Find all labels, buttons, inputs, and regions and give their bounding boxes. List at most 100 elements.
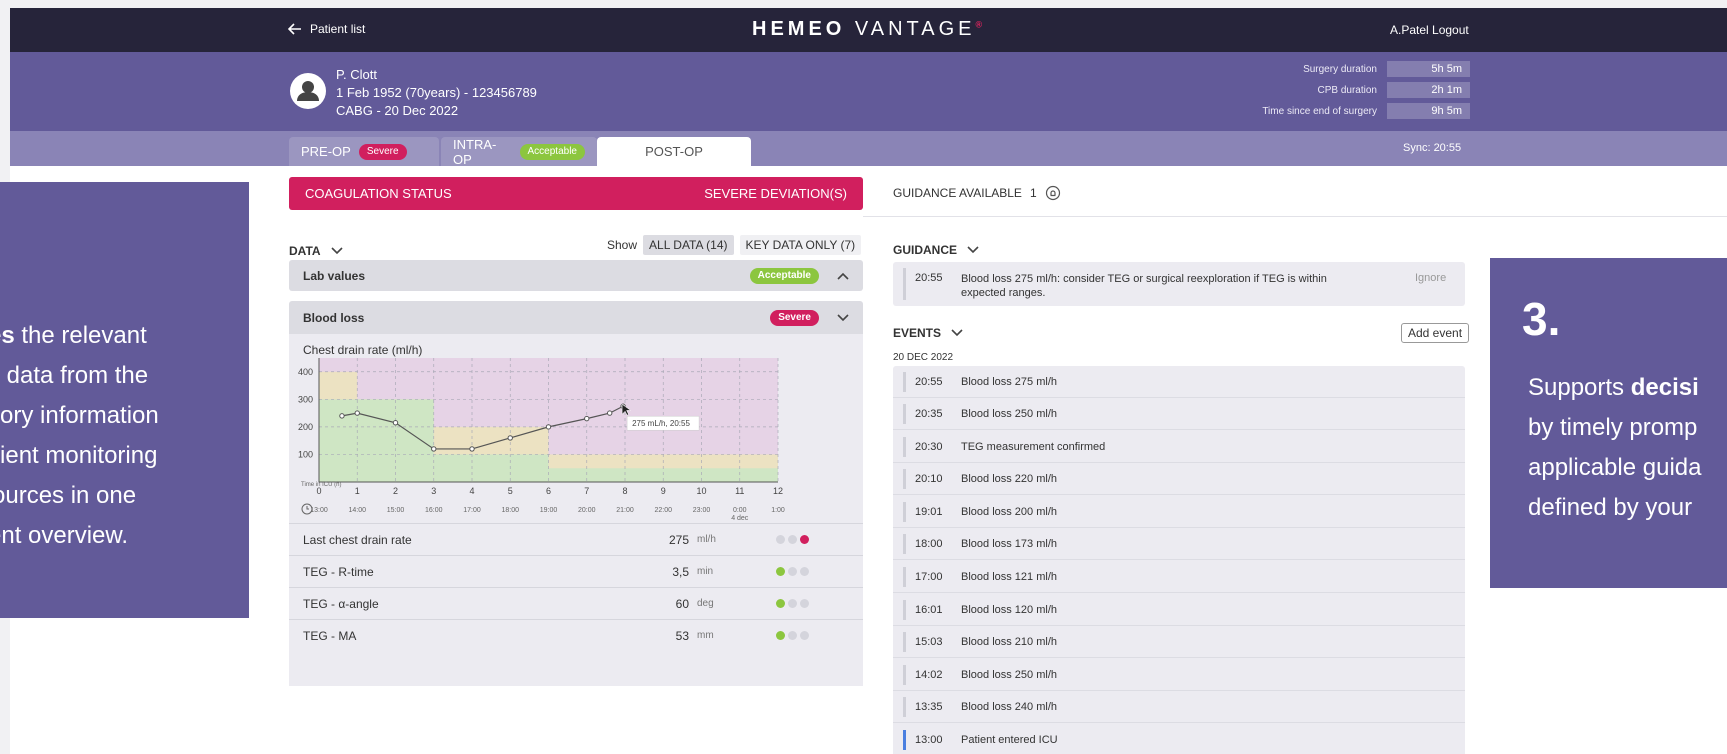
overlay-bold: tes [0, 322, 15, 349]
status-dot [788, 567, 797, 576]
value-row: TEG - MA 53 mm [289, 619, 863, 651]
time-label: 21:00 [616, 507, 634, 514]
value-unit: ml/h [697, 534, 716, 545]
event-time: 20:10 [915, 472, 943, 485]
event-marker [903, 469, 906, 489]
event-time: 18:00 [915, 537, 943, 550]
tab-post-op[interactable]: POST-OP [597, 137, 751, 166]
event-time: 19:01 [915, 505, 943, 518]
guidance-header[interactable]: GUIDANCE [893, 243, 979, 257]
brand-bold: HEMEO [752, 18, 846, 40]
status-dot [776, 599, 785, 608]
patient-info: P. Clott 1 Feb 1952 (70years) - 12345678… [336, 66, 537, 120]
time-label: 16:00 [425, 507, 443, 514]
overlay-line: te data from the [0, 362, 149, 389]
brand-logo: HEMEO VANTAGE® [752, 18, 982, 41]
back-to-patient-list[interactable]: Patient list [288, 22, 365, 36]
y-tick-label: 300 [298, 394, 313, 404]
coag-status: SEVERE DEVIATION(S) [704, 186, 847, 201]
brand-light: VANTAGE [854, 18, 976, 40]
user-logout[interactable]: A.Patel Logout [1390, 23, 1469, 37]
overlay-line: applicable guida [1528, 454, 1702, 481]
duration-label: Surgery duration [1303, 63, 1377, 75]
time-label: 15:00 [387, 507, 405, 514]
event-row[interactable]: 18:00 Blood loss 173 ml/h [893, 528, 1465, 560]
event-text: Blood loss 121 ml/h [961, 570, 1057, 583]
event-time: 17:00 [915, 570, 943, 583]
guidance-title: GUIDANCE [893, 243, 958, 257]
event-row[interactable]: 17:00 Blood loss 121 ml/h [893, 561, 1465, 593]
ignore-button[interactable]: Ignore [1415, 272, 1446, 284]
event-row[interactable]: 20:55 Blood loss 275 ml/h [893, 366, 1465, 398]
duration-row: Surgery duration 5h 5m [1170, 60, 1470, 78]
data-point [354, 410, 360, 416]
patient-dob: 1 Feb 1952 (70years) - 123456789 [336, 85, 537, 100]
time-label: 14:00 [348, 507, 366, 514]
tab-intra-op[interactable]: INTRA-OP Acceptable [441, 137, 597, 167]
event-row[interactable]: 13:00 Patient entered ICU [893, 724, 1465, 754]
lab-values-section[interactable]: Lab values Acceptable [289, 260, 863, 291]
x-tick-label: 10 [696, 486, 706, 496]
event-row[interactable]: 20:30 TEG measurement confirmed [893, 431, 1465, 463]
feature-overlay-left: tes the relevant te data from the atory … [0, 182, 249, 618]
event-marker [903, 730, 906, 750]
key-data-button[interactable]: KEY DATA ONLY (7) [739, 235, 862, 255]
chevron-down-icon [967, 246, 979, 254]
status-dots [776, 631, 809, 640]
blood-loss-section[interactable]: Blood loss Severe [289, 301, 863, 334]
status-dot [800, 599, 809, 608]
events-header[interactable]: EVENTS [893, 326, 963, 340]
event-text: Blood loss 250 ml/h [961, 668, 1057, 681]
zone-green [433, 454, 549, 482]
zone-green [319, 399, 434, 482]
divider [863, 216, 1727, 217]
tab-label: PRE-OP [301, 144, 351, 159]
status-dot [800, 535, 809, 544]
event-row[interactable]: 20:10 Blood loss 220 ml/h [893, 463, 1465, 495]
all-data-button[interactable]: ALL DATA (14) [643, 235, 734, 255]
y-tick-label: 100 [298, 449, 313, 459]
status-dots [776, 599, 809, 608]
x-tick-label: 2 [393, 486, 398, 496]
value-label: Last chest drain rate [303, 532, 412, 547]
event-row[interactable]: 19:01 Blood loss 200 ml/h [893, 496, 1465, 528]
data-header[interactable]: DATA [289, 244, 343, 258]
duration-row: Time since end of surgery 9h 5m [1170, 102, 1470, 120]
event-text: Blood loss 173 ml/h [961, 537, 1057, 550]
value-label: TEG - MA [303, 628, 357, 643]
y-tick-label: 400 [298, 367, 313, 377]
guidance-time: 20:55 [915, 272, 943, 284]
value-unit: deg [697, 598, 714, 609]
event-row[interactable]: 20:35 Blood loss 250 ml/h [893, 398, 1465, 430]
overlay-line: defined by your [1528, 494, 1693, 521]
status-dot [788, 631, 797, 640]
coag-label: COAGULATION STATUS [305, 186, 452, 201]
chevron-up-icon[interactable] [837, 272, 849, 280]
event-row[interactable]: 16:01 Blood loss 120 ml/h [893, 594, 1465, 626]
event-time: 13:35 [915, 700, 943, 713]
x-tick-label: 11 [735, 486, 744, 496]
status-dot [776, 567, 785, 576]
x-tick-label: 12 [773, 486, 783, 496]
event-marker [903, 665, 906, 685]
chevron-down-icon[interactable] [837, 313, 849, 322]
x-tick-label: 4 [469, 486, 474, 496]
event-time: 15:03 [915, 635, 943, 648]
status-dot [776, 535, 785, 544]
time-sub-label: 4 dec [731, 515, 749, 522]
event-row[interactable]: 13:35 Blood loss 240 ml/h [893, 691, 1465, 723]
guidance-text: Blood loss 275 ml/h: consider TEG or sur… [961, 273, 1327, 299]
event-marker [903, 697, 906, 717]
tab-pre-op[interactable]: PRE-OP Severe [289, 137, 439, 166]
event-row[interactable]: 14:02 Blood loss 250 ml/h [893, 659, 1465, 691]
time-label: 19:00 [540, 507, 558, 514]
x-tick-label: 9 [661, 486, 666, 496]
event-row[interactable]: 15:03 Blood loss 210 ml/h [893, 626, 1465, 658]
value-label: TEG - R-time [303, 564, 374, 579]
duration-value: 9h 5m [1387, 103, 1470, 119]
value-number: 60 [675, 596, 689, 611]
event-marker [903, 372, 906, 392]
add-event-button[interactable]: Add event [1401, 323, 1470, 343]
guidance-available[interactable]: GUIDANCE AVAILABLE 1 [893, 185, 1061, 201]
overlay-rest: the relevant [14, 322, 147, 349]
